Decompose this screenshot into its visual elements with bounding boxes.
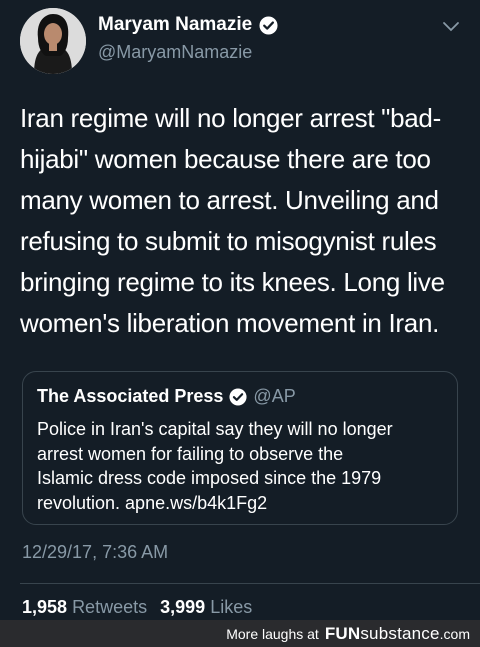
retweets-count[interactable]: 1,958 [22,597,67,617]
quoted-tweet-card[interactable]: The Associated Press @AP Police in Iran'… [22,371,458,525]
footer-brand-domain: .com [439,625,470,642]
avatar-photo [20,8,86,74]
tweet-timestamp[interactable]: 12/29/17, 7:36 AM [22,542,168,563]
tweet-stats: 1,958 Retweets 3,999 Likes [22,597,260,618]
avatar[interactable] [20,8,86,74]
footer-brand-light: substance [360,623,440,643]
retweets-label[interactable]: Retweets [72,597,147,617]
footer-caption: More laughs at [226,625,319,642]
author-handle[interactable]: @MaryamNamazie [98,42,252,63]
quoted-author-name: The Associated Press [37,386,224,406]
watermark-footer: More laughs at FUNsubstance .com [0,620,480,647]
verified-badge-icon [229,387,247,406]
tweet-header: Maryam Namazie @MaryamNamazie [0,0,480,90]
quoted-tweet-header: The Associated Press @AP [37,386,296,407]
footer-brand-bold: FUN [324,623,361,643]
author-name-row: Maryam Namazie [98,14,278,36]
footer-brand-logo[interactable]: FUNsubstance [325,624,440,644]
likes-count[interactable]: 3,999 [160,597,205,617]
likes-label[interactable]: Likes [210,597,252,617]
tweet-text: Iran regime will no longer arrest "bad- … [20,103,445,338]
verified-badge-icon [259,15,278,35]
author-name[interactable]: Maryam Namazie [98,14,252,36]
divider [20,583,480,584]
quoted-author-handle: @AP [253,386,296,406]
quoted-tweet-text: Police in Iran's capital say they will n… [37,419,393,513]
chevron-down-icon[interactable] [442,20,460,34]
